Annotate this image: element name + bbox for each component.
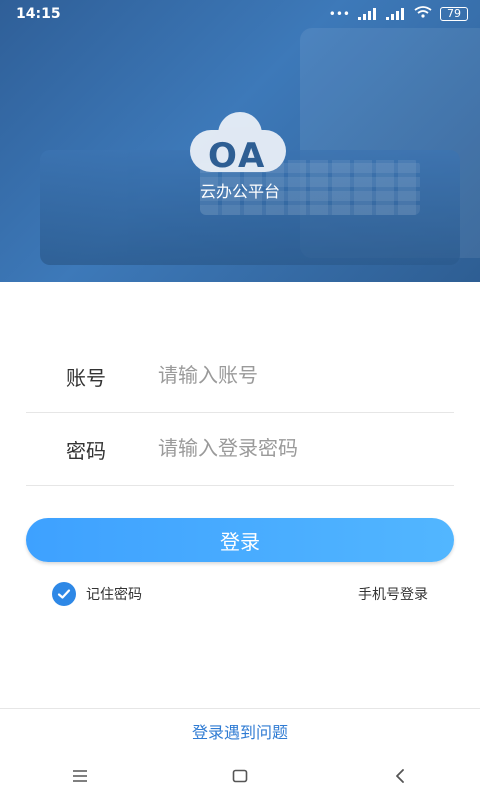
login-button[interactable]: 登录 bbox=[26, 518, 454, 562]
account-label: 账号 bbox=[66, 365, 106, 390]
back-icon[interactable] bbox=[380, 761, 420, 791]
home-icon[interactable] bbox=[220, 761, 260, 791]
signal2-icon bbox=[386, 7, 406, 20]
password-label: 密码 bbox=[66, 438, 106, 463]
remember-password[interactable]: 记住密码 bbox=[52, 582, 142, 606]
system-nav-bar bbox=[0, 752, 480, 800]
status-time: 14:15 bbox=[16, 6, 61, 22]
status-icons: ••• 79 bbox=[329, 5, 468, 22]
notification-dots: ••• bbox=[328, 6, 350, 21]
status-bar: 14:15 ••• 79 bbox=[0, 0, 480, 28]
logo-text: OA bbox=[208, 136, 267, 176]
login-form: 账号 密码 bbox=[26, 340, 454, 486]
password-input[interactable] bbox=[156, 436, 420, 462]
menu-icon[interactable] bbox=[60, 761, 100, 791]
checkbox-checked-icon[interactable] bbox=[52, 582, 76, 606]
signal-icon bbox=[358, 7, 378, 20]
remember-label: 记住密码 bbox=[86, 587, 142, 603]
battery-icon: 79 bbox=[440, 6, 468, 21]
app-subtitle: 云办公平台 bbox=[199, 182, 280, 201]
wifi-icon bbox=[414, 5, 432, 22]
account-row: 账号 bbox=[26, 340, 454, 413]
header-banner: 14:15 ••• 79 OA 云办公平台 bbox=[0, 0, 480, 282]
app-logo: OA bbox=[190, 112, 290, 180]
password-row: 密码 bbox=[26, 413, 454, 486]
phone-login-link[interactable]: 手机号登录 bbox=[358, 584, 428, 604]
account-input[interactable] bbox=[156, 363, 420, 389]
login-problem-link[interactable]: 登录遇到问题 bbox=[0, 708, 480, 753]
